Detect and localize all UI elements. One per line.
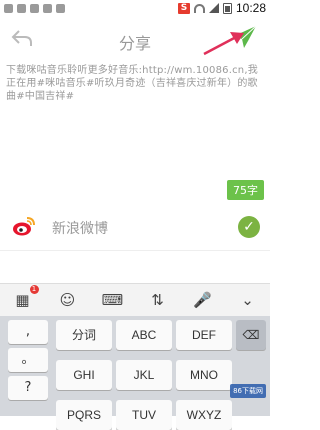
signal-icon <box>208 3 219 13</box>
key-ghi[interactable]: GHI <box>56 360 112 390</box>
clock: 10:28 <box>235 1 266 15</box>
char-count-badge: 75字 <box>227 180 264 200</box>
annotation-arrow-icon <box>203 32 244 56</box>
key-mno[interactable]: MNO <box>176 360 232 390</box>
key-fenci[interactable]: 分词 <box>56 320 112 350</box>
punctuation-column: , 。 ? <box>8 320 48 404</box>
key-wxyz[interactable]: WXYZ <box>176 400 232 430</box>
check-icon[interactable]: ✓ <box>238 216 260 238</box>
key-comma[interactable]: , <box>8 320 48 344</box>
key-def[interactable]: DEF <box>176 320 232 350</box>
key-period[interactable]: 。 <box>8 348 48 372</box>
status-bar: S 10:28 <box>0 0 270 16</box>
notification-badge: 1 <box>29 285 39 294</box>
battery-icon <box>222 2 232 14</box>
wifi-icon <box>193 3 205 13</box>
watermark: 86下载网 <box>230 384 266 398</box>
cursor-move-icon[interactable]: ⇅ <box>146 291 170 309</box>
key-pqrs[interactable]: PQRS <box>56 400 112 430</box>
notification-icon <box>30 3 39 13</box>
notification-icon <box>56 3 65 13</box>
notification-icon <box>17 3 26 13</box>
key-question[interactable]: ? <box>8 376 48 400</box>
notification-icon <box>4 3 13 13</box>
apps-grid-icon[interactable]: ▦ 1 <box>11 285 39 309</box>
notification-icons <box>0 3 65 13</box>
key-abc[interactable]: ABC <box>116 320 172 350</box>
keyboard: , 。 ? 分词 ABC DEF ⌫ GHI JKL MNO PQRS TUV … <box>0 316 270 430</box>
notification-icon <box>43 3 52 13</box>
key-tuv[interactable]: TUV <box>116 400 172 430</box>
share-text-field[interactable]: 下载咪咕音乐聆听更多好音乐:http://wm.10086.cn,我正在用#咪咕… <box>6 64 264 103</box>
weibo-share-option[interactable]: 新浪微博 ✓ <box>0 204 270 251</box>
keyboard-icon[interactable]: ⌨ <box>101 291 125 309</box>
weibo-label: 新浪微博 <box>52 221 108 237</box>
emoji-icon[interactable]: ☺ <box>56 291 80 309</box>
weibo-logo-icon <box>13 217 35 236</box>
collapse-chevron-icon[interactable]: ⌄ <box>236 291 260 309</box>
keyboard-toolbar: ▦ 1 ☺ ⌨ ⇅ 🎤 ⌄ <box>0 283 270 316</box>
microphone-icon[interactable]: 🎤 <box>191 291 215 309</box>
key-jkl[interactable]: JKL <box>116 360 172 390</box>
s-app-icon: S <box>177 2 190 14</box>
backspace-key[interactable]: ⌫ <box>236 320 266 350</box>
